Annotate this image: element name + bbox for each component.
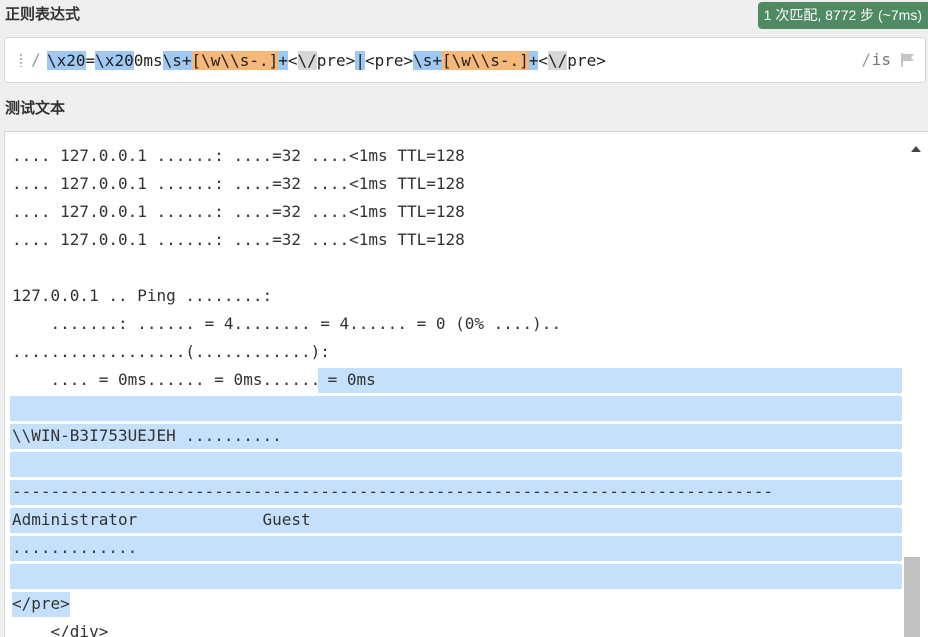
regex-token: \w\\s-.: [201, 51, 269, 70]
regex-input-box[interactable]: / \x20=\x200ms\s+[\w\\s-.]+<\/pre>|<pre>…: [4, 37, 926, 83]
scroll-thumb[interactable]: [904, 557, 920, 637]
text-line-content: .............: [12, 538, 138, 557]
regex-pattern[interactable]: \x20=\x200ms\s+[\w\\s-.]+<\/pre>|<pre>\s…: [47, 50, 606, 72]
text-line-content: Administrator Guest: [12, 510, 311, 529]
text-line: ----------------------------------------…: [10, 480, 902, 508]
match-highlight: = 0ms: [318, 368, 902, 393]
flag-icon[interactable]: [900, 52, 916, 68]
text-line-content: .... 127.0.0.1 ......: ....=32 ....<1ms …: [12, 146, 465, 165]
text-line-content: </div>: [12, 622, 109, 637]
match-status-badge: 1 次匹配, 8772 步 (~7ms): [757, 2, 928, 29]
regex-token: +: [528, 51, 539, 70]
regex-token: \/: [297, 51, 317, 70]
text-line-content: .... 127.0.0.1 ......: ....=32 ....<1ms …: [12, 202, 465, 221]
scrollbar[interactable]: [902, 132, 928, 637]
text-line: ..................(............):: [12, 340, 902, 368]
text-line: [10, 452, 902, 480]
regex-token: \w\\s-.: [451, 51, 520, 70]
regex-token: pre>: [316, 51, 356, 70]
regex-token: \/: [548, 51, 568, 70]
test-text-area[interactable]: .... 127.0.0.1 ......: ....=32 ....<1ms …: [4, 131, 928, 637]
regex-token: <: [538, 51, 549, 70]
text-line: [12, 256, 902, 284]
text-line-content: .......: ...... = 4........ = 4...... = …: [12, 314, 562, 333]
text-line: .... 127.0.0.1 ......: ....=32 ....<1ms …: [12, 228, 902, 256]
text-line: </pre>: [12, 592, 902, 620]
text-line-content: .... 127.0.0.1 ......: ....=32 ....<1ms …: [12, 230, 465, 249]
regex-token: 0ms: [133, 51, 163, 70]
text-line: .... = 0ms...... = 0ms...... = 0ms: [12, 368, 902, 396]
regex-token: pre>: [567, 51, 606, 70]
regex-flags[interactable]: is: [872, 50, 891, 69]
text-line: .... 127.0.0.1 ......: ....=32 ....<1ms …: [12, 200, 902, 228]
text-line-content: </pre>: [12, 592, 70, 617]
regex-token: \s+: [162, 51, 192, 70]
text-line-content: ..................(............):: [12, 342, 330, 361]
regex-token: =: [85, 51, 96, 70]
text-line-content: \\WIN-B3I753UEJEH ..........: [12, 426, 282, 445]
text-line-content: ----------------------------------------…: [12, 482, 773, 501]
regex-close-delimiter: /: [861, 50, 871, 69]
regex-token: [: [191, 51, 202, 70]
grip-icon[interactable]: [19, 53, 23, 67]
text-line: .... 127.0.0.1 ......: ....=32 ....<1ms …: [12, 144, 902, 172]
regex-token: \x20: [95, 51, 134, 70]
regex-token: <pre>: [364, 51, 414, 70]
regex-token: \s+: [413, 51, 443, 70]
regex-section-title: 正则表达式: [5, 6, 81, 23]
test-text-content[interactable]: .... 127.0.0.1 ......: ....=32 ....<1ms …: [10, 144, 902, 637]
regex-token: ]: [268, 51, 279, 70]
text-line: .............: [10, 536, 902, 564]
text-line: .......: ...... = 4........ = 4...... = …: [12, 312, 902, 340]
text-line: [10, 396, 902, 424]
text-line: </div>: [12, 620, 902, 637]
text-line: .... 127.0.0.1 ......: ....=32 ....<1ms …: [12, 172, 902, 200]
text-line-content: .... = 0ms...... = 0ms......: [12, 370, 321, 389]
text-line: [10, 564, 902, 592]
test-section-title: 测试文本: [5, 100, 66, 117]
regex-token: +: [278, 51, 288, 70]
text-line: \\WIN-B3I753UEJEH ..........: [10, 424, 902, 452]
text-line: 127.0.0.1 .. Ping ........:: [12, 284, 902, 312]
text-line: Administrator Guest: [10, 508, 902, 536]
regex-token: |: [355, 51, 365, 70]
regex-token: ]: [519, 51, 529, 70]
regex-open-delimiter: /: [31, 50, 41, 69]
regex-token: <: [287, 51, 298, 70]
text-line-content: .... 127.0.0.1 ......: ....=32 ....<1ms …: [12, 174, 465, 193]
text-line-content: 127.0.0.1 .. Ping ........:: [12, 286, 273, 305]
regex-token: \x20: [47, 51, 86, 70]
regex-token: [: [442, 51, 452, 70]
scroll-up-arrow-icon[interactable]: [911, 146, 921, 152]
